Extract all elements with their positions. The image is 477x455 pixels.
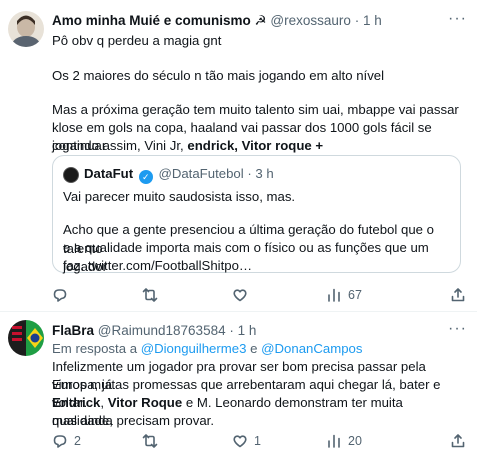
- avatar[interactable]: [8, 320, 44, 356]
- tweet-header: FlaBra @Raimund18763584 · 1 h: [52, 322, 256, 340]
- quote-avatar: [63, 167, 79, 183]
- quoted-tweet[interactable]: DataFut ✓ @DataFutebol · 3 h Vai parecer…: [52, 155, 461, 274]
- reply-icon: [52, 433, 68, 449]
- quote-display-name: DataFut: [84, 166, 134, 181]
- tweet-text-bold: Vitor Roque: [107, 395, 183, 410]
- tweet-text-line: Mas a próxima geração tem muito talento …: [52, 102, 459, 117]
- share-button[interactable]: [450, 431, 466, 451]
- verified-badge-icon: ✓: [138, 170, 153, 184]
- views-count: 20: [348, 434, 362, 448]
- views-bar-chart-icon: [326, 287, 342, 303]
- heart-icon: [232, 433, 248, 449]
- retweet-button[interactable]: [142, 431, 164, 451]
- reply-context: Em resposta a @Dionguilherme3 e @DonanCa…: [52, 340, 465, 358]
- reply-and: e: [246, 341, 262, 356]
- action-bar: 67: [52, 285, 470, 305]
- like-count: 1: [254, 434, 261, 448]
- quote-header: DataFut ✓ @DataFutebol · 3 h: [84, 165, 274, 184]
- separator-dot: ·: [229, 323, 234, 338]
- share-button[interactable]: [450, 285, 466, 305]
- views-button[interactable]: 20: [326, 431, 362, 451]
- avatar[interactable]: [8, 11, 44, 47]
- tweet-text-line: mas ainda precisam provar.: [52, 413, 214, 428]
- separator-dot: ·: [247, 166, 252, 181]
- like-button[interactable]: [232, 285, 254, 305]
- tweet-header: Amo minha Muié e comunismo ☭ @rexossauro…: [52, 12, 382, 30]
- hammer-sickle-emoji: ☭: [254, 13, 267, 28]
- reply-prefix: Em resposta a: [52, 341, 141, 356]
- display-name[interactable]: FlaBra: [52, 323, 94, 338]
- user-handle[interactable]: @rexossauro: [270, 13, 351, 28]
- tweet-text: ,: [100, 395, 108, 410]
- action-bar: 2 1 20: [52, 431, 470, 451]
- mention-link[interactable]: @DonanCampos: [261, 341, 362, 356]
- quote-handle: @DataFutebol: [158, 166, 244, 181]
- share-icon: [450, 287, 466, 303]
- reply-button[interactable]: 2: [52, 431, 81, 451]
- reply-count: 2: [74, 434, 81, 448]
- reply-icon: [52, 287, 68, 303]
- reply-button[interactable]: [52, 285, 74, 305]
- retweet-icon: [142, 287, 158, 303]
- retweet-button[interactable]: [142, 285, 164, 305]
- separator-dot: ·: [354, 13, 360, 28]
- timestamp[interactable]: 1 h: [238, 323, 257, 338]
- mention-link[interactable]: @Dionguilherme3: [141, 341, 247, 356]
- tweet-text-line: jogando assim, Vini Jr, endrick, Vitor r…: [52, 137, 465, 155]
- quote-timestamp: 3 h: [255, 166, 274, 181]
- user-handle[interactable]: @Raimund18763584: [98, 323, 226, 338]
- quote-text-line: faz. twitter.com/FootballShitpo…: [63, 258, 253, 273]
- like-button[interactable]: 1: [232, 431, 261, 451]
- tweet-text-bold: Endrick: [52, 395, 101, 410]
- tweet-text: jogando assim, Vini Jr,: [52, 138, 188, 153]
- more-options-icon[interactable]: ···: [448, 320, 467, 338]
- heart-icon: [232, 287, 248, 303]
- views-button[interactable]: 67: [326, 285, 362, 305]
- display-name[interactable]: Amo minha Muié e comunismo: [52, 13, 251, 28]
- tweet-text-bold: endrick, Vitor roque +: [187, 138, 324, 153]
- views-count: 67: [348, 288, 362, 302]
- timestamp[interactable]: 1 h: [363, 13, 382, 28]
- views-bar-chart-icon: [326, 433, 342, 449]
- more-options-icon[interactable]: ···: [448, 10, 467, 28]
- tweet-text-line: Pô obv q perdeu a magia gnt: [52, 33, 222, 48]
- tweet-text-line: Os 2 maiores do século n tão mais jogand…: [52, 68, 385, 83]
- retweet-icon: [142, 433, 158, 449]
- quote-text-line: Vai parecer muito saudosista isso, mas.: [63, 189, 296, 204]
- share-icon: [450, 433, 466, 449]
